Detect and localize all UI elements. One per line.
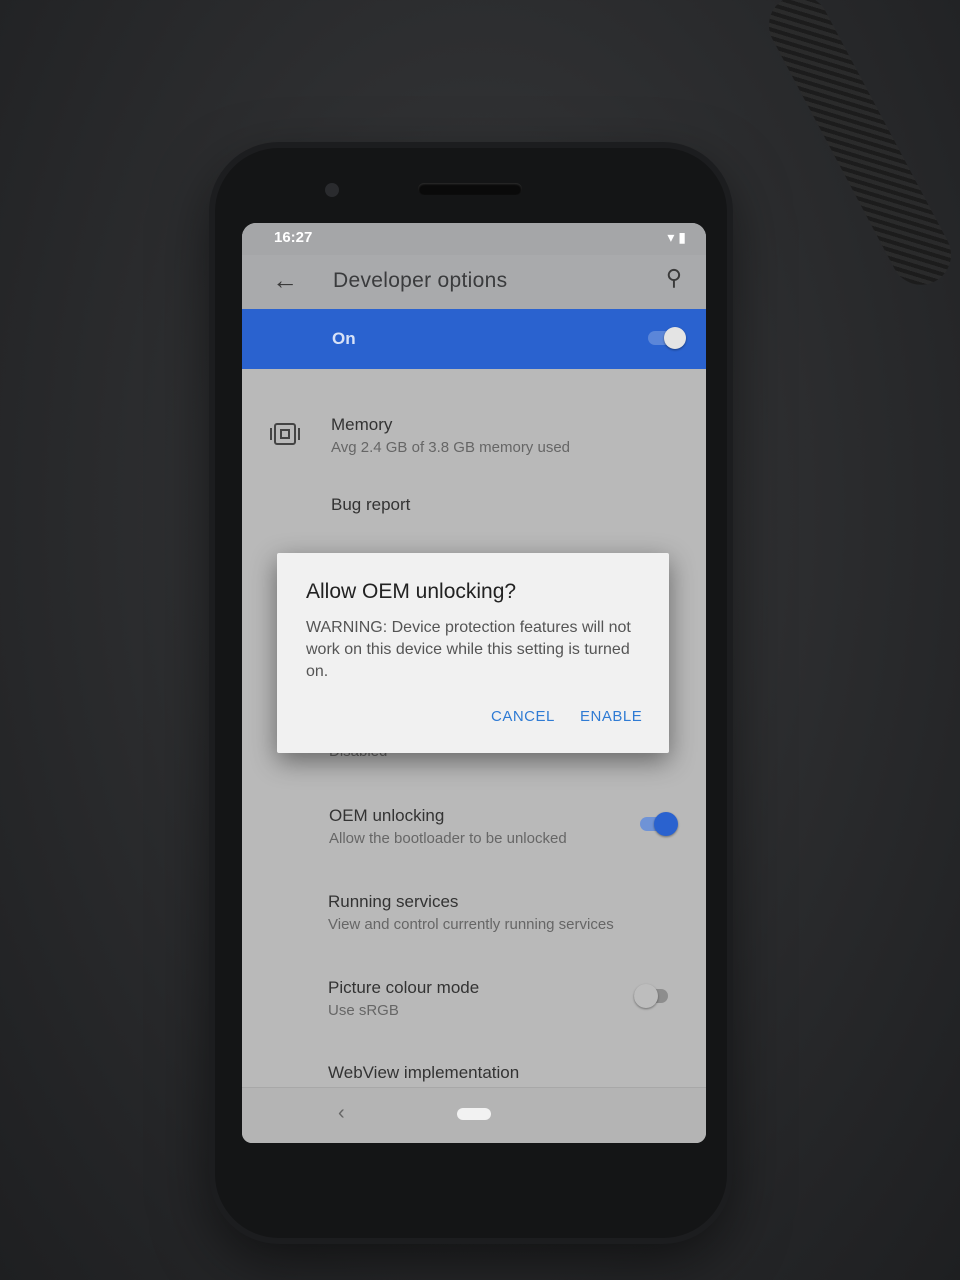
usb-cable — [758, 0, 960, 296]
setting-title: Bug report — [331, 495, 411, 514]
setting-oem-unlocking[interactable]: OEM unlocking Allow the bootloader to be… — [242, 798, 706, 858]
setting-title: WebView implementation — [328, 1063, 520, 1082]
master-switch-label: On — [332, 329, 356, 348]
setting-title: Picture colour mode — [328, 978, 480, 997]
status-bar: 16:27 ▾ ▮ — [242, 223, 706, 255]
master-toggle[interactable] — [648, 327, 686, 349]
developer-options-master-switch[interactable]: On — [242, 309, 706, 369]
picture-colour-mode-toggle[interactable] — [634, 984, 674, 1008]
page-title: Developer options — [333, 269, 508, 292]
setting-subtitle: Allow the bootloader to be unlocked — [329, 830, 567, 847]
oem-unlock-dialog: Allow OEM unlocking? WARNING: Device pro… — [277, 553, 669, 753]
cancel-button[interactable]: CANCEL — [491, 708, 555, 725]
setting-subtitle: Avg 2.4 GB of 3.8 GB memory used — [331, 439, 571, 456]
enable-button[interactable]: ENABLE — [580, 708, 642, 725]
toggle-thumb — [634, 984, 658, 1008]
dialog-message: WARNING: Device protection features will… — [306, 619, 631, 680]
wifi-battery-icon: ▾ ▮ — [667, 229, 686, 245]
nav-home-pill[interactable] — [457, 1108, 491, 1120]
oem-unlocking-toggle[interactable] — [640, 812, 680, 836]
setting-webview-implementation[interactable]: WebView implementation — [242, 1059, 706, 1087]
toggle-thumb — [654, 812, 678, 836]
setting-running-services[interactable]: Running services View and control curren… — [242, 885, 706, 945]
setting-memory[interactable]: Memory Avg 2.4 GB of 3.8 GB memory used — [242, 403, 706, 463]
front-camera — [325, 183, 339, 197]
navigation-bar: ‹ — [242, 1087, 706, 1143]
toggle-thumb — [664, 327, 686, 349]
dialog-title: Allow OEM unlocking? — [306, 580, 517, 603]
app-bar: ← Developer options ⚲ — [242, 255, 706, 309]
setting-title: OEM unlocking — [329, 806, 445, 825]
status-time: 16:27 — [274, 229, 313, 246]
earpiece-speaker — [418, 183, 522, 195]
setting-title: Running services — [328, 892, 459, 911]
setting-subtitle: View and control currently running servi… — [328, 916, 614, 933]
setting-subtitle: Use sRGB — [328, 1002, 399, 1019]
setting-bug-report[interactable]: Bug report — [242, 485, 706, 525]
nav-back-icon[interactable]: ‹ — [338, 1102, 345, 1125]
setting-picture-colour-mode[interactable]: Picture colour mode Use sRGB — [242, 971, 706, 1031]
setting-title: Memory — [331, 415, 393, 434]
search-icon[interactable]: ⚲ — [666, 265, 682, 291]
back-arrow-icon[interactable]: ← — [272, 265, 298, 296]
